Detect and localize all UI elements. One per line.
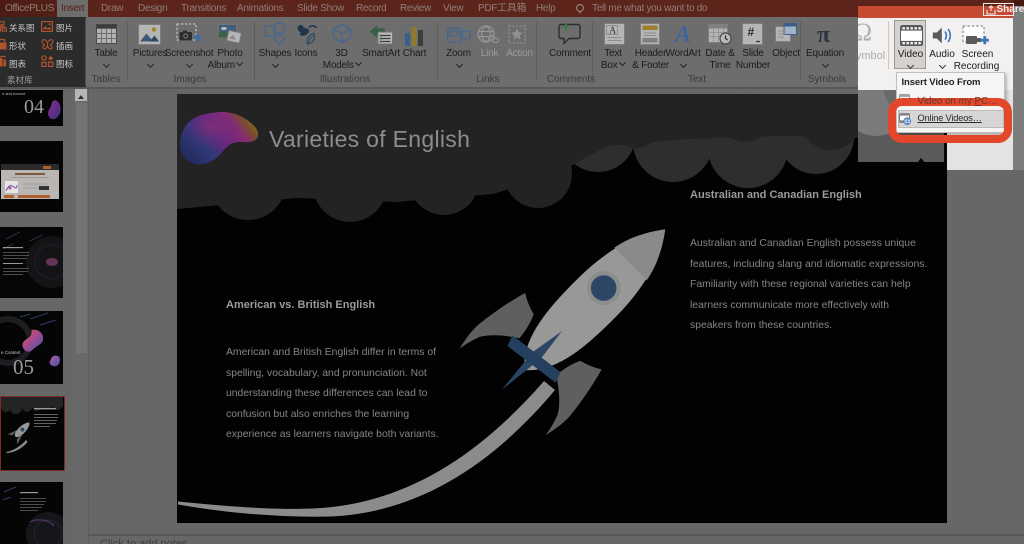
svg-text:#: # [748,25,755,39]
svg-text:A: A [673,23,691,45]
svg-text:π: π [817,23,830,45]
svg-text:A: A [609,26,617,37]
